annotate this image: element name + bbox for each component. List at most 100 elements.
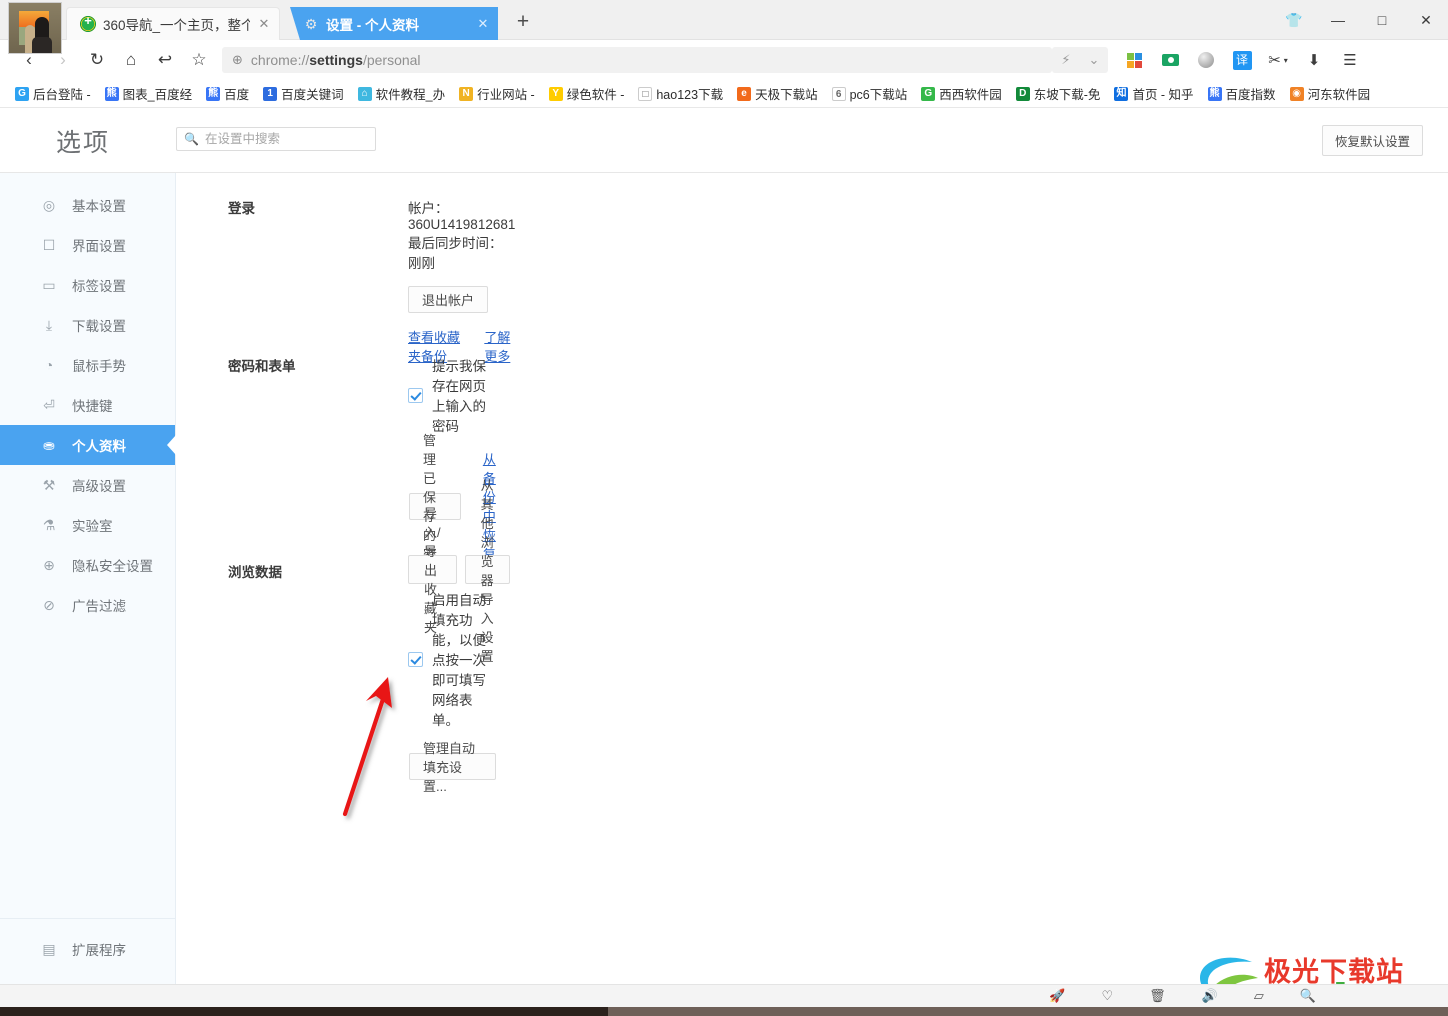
sidebar-item-3[interactable]: ⤓ 下载设置 (0, 305, 175, 345)
trash-icon[interactable]: 🗑 (1149, 988, 1166, 1004)
bookmark-item[interactable]: 知首页 - 知乎 (1107, 84, 1200, 103)
theme-icon[interactable]: 👕 (1272, 0, 1316, 40)
sidebar-item-6[interactable]: ⛂ 个人资料 (0, 425, 176, 465)
bookmark-favicon-icon: 熊 (1207, 86, 1222, 101)
sidebar-item-4[interactable]: ◔ 鼠标手势 (0, 345, 175, 385)
bookmark-item[interactable]: G 西西软件园 (914, 84, 1009, 103)
download-icon[interactable]: ⬇ (1296, 44, 1332, 76)
translate-icon[interactable]: 译 (1224, 44, 1260, 76)
bookmark-item[interactable]: 6 pc6下载站 (825, 84, 915, 103)
import-from-other-browser-button[interactable]: 从其他浏览器导入设置 (464, 478, 510, 664)
sidebar-item-8[interactable]: ⚗ 实验室 (0, 505, 175, 545)
close-icon[interactable]: ✕ (257, 16, 271, 32)
browser-tab-2[interactable]: ⚙ 设置 - 个人资料 ✕ (290, 7, 498, 40)
bookmark-favicon-icon: 6 (831, 86, 846, 101)
microsoft-apps-icon[interactable] (1116, 44, 1152, 76)
undo-icon[interactable]: ↩ (148, 43, 182, 77)
bookmark-label: 首页 - 知乎 (1132, 88, 1194, 102)
window-icon: ☐ (42, 236, 56, 253)
bookmark-label: hao123下载 (656, 88, 724, 102)
title-bar: 360导航_一个主页，整个世界 ✕ ⚙ 设置 - 个人资料 ✕ + 👕 — □ … (0, 0, 1448, 54)
bookmark-item[interactable]: ⌂ 软件教程_办 (351, 84, 452, 103)
bookmark-item[interactable]: ◉ 河东软件园 (1283, 84, 1378, 103)
lightning-icon[interactable]: ⚡ (1052, 52, 1080, 68)
search-icon: 🔍 (184, 132, 199, 146)
home-icon[interactable]: ⌂ (114, 43, 148, 77)
bookmark-item[interactable]: G 后台登陆 - (8, 84, 98, 103)
save-password-row[interactable]: 提示我保存在网页上输入的密码 (408, 355, 496, 435)
save-password-checkbox[interactable] (408, 387, 423, 403)
bookmark-label: 西西软件园 (939, 88, 1002, 102)
close-icon[interactable]: ✕ (476, 16, 490, 32)
bookmark-item[interactable]: e 天极下载站 (730, 84, 825, 103)
section-label: 登录 (228, 201, 255, 216)
reload-icon[interactable]: ↻ (80, 43, 114, 77)
bookmark-favicon-icon: D (1015, 86, 1030, 101)
sidebar-item-label: 隐私安全设置 (72, 559, 153, 574)
status-bar: 🚀 ♡ 🗑 🔊 ▱ 🔍 (0, 984, 1448, 1007)
bookmark-item[interactable]: D 东坡下载-免 (1009, 84, 1108, 103)
settings-sidebar: ◎ 基本设置 ☐ 界面设置 ▭ 标签设置 ⤓ 下载设置 ◔ 鼠标手势 ⏎ 快捷键 ⛂ 个人资料 ⚒ 高级设置 ⚗… (0, 173, 176, 993)
bookmark-item[interactable]: 熊百度 (199, 84, 256, 103)
menu-icon[interactable]: ☰ (1332, 44, 1368, 76)
sidebar-item-7[interactable]: ⚒ 高级设置 (0, 465, 175, 505)
sidebar-list: ◎ 基本设置 ☐ 界面设置 ▭ 标签设置 ⤓ 下载设置 ◔ 鼠标手势 ⏎ 快捷键 ⛂ 个人资料 ⚒ 高级设置 ⚗… (0, 173, 176, 625)
bookmark-label: 图表_百度经 (122, 88, 193, 102)
block-icon: ⊘ (43, 596, 55, 613)
heartbeat-icon[interactable]: ♡ (1101, 988, 1113, 1004)
bookmark-item[interactable]: 熊图表_百度经 (98, 84, 199, 103)
maximize-icon[interactable]: □ (1360, 0, 1404, 40)
keyboard-icon: ⏎ (43, 396, 55, 413)
import-export-bookmarks-button[interactable]: 导入/导出收藏夹 (408, 506, 457, 635)
search-icon[interactable]: 🔍 (1300, 988, 1316, 1004)
bookmark-item[interactable]: 熊百度指数 (1201, 84, 1283, 103)
money-icon[interactable] (1152, 44, 1188, 76)
bookmark-item[interactable]: Y 绿色软件 - (542, 84, 632, 103)
search-input[interactable] (204, 132, 368, 146)
bookmark-favicon-icon: G (921, 86, 936, 101)
bookmark-label: 东坡下载-免 (1033, 88, 1101, 102)
sidebar-item-9[interactable]: ⊕ 隐私安全设置 (0, 545, 175, 585)
sidebar-item-1[interactable]: ☐ 界面设置 (0, 225, 175, 265)
sidebar-item-label: 实验室 (72, 519, 113, 534)
manage-autofill-button[interactable]: 管理自动填充设置... (409, 741, 496, 794)
autofill-checkbox[interactable] (408, 651, 423, 667)
bookmark-favicon-icon: ◉ (1289, 86, 1304, 101)
window-icon[interactable]: ▱ (1254, 988, 1264, 1004)
browser-tab-1[interactable]: 360导航_一个主页，整个世界 ✕ (66, 7, 280, 40)
bookmark-item[interactable]: □ hao123下载 (631, 84, 730, 103)
360-logo-icon (80, 13, 96, 32)
section-body: 帐户：360U1419812681 最后同步时间：刚刚 退出帐户 查看收藏夹备份… (408, 197, 515, 365)
caret-down-icon[interactable]: ▾ (1284, 56, 1288, 65)
bookmark-item[interactable]: N 行业网站 - (452, 84, 542, 103)
save-password-label: 提示我保存在网页上输入的密码 (432, 359, 486, 434)
logout-button[interactable]: 退出帐户 (408, 286, 489, 313)
search-settings-box[interactable]: 🔍 (176, 127, 376, 151)
bookmark-label: 天极下载站 (755, 88, 818, 102)
new-tab-button[interactable]: + (510, 10, 536, 36)
globe-icon[interactable] (1188, 44, 1224, 76)
settings-page: 选项 🔍 恢复默认设置 ◎ 基本设置 ☐ 界面设置 ▭ 标签设置 ⤓ 下载设置 ◔ 鼠标手势 ⏎ 快捷… (0, 109, 1448, 993)
rocket-icon[interactable]: 🚀 (1049, 988, 1065, 1004)
restore-defaults-button[interactable]: 恢复默认设置 (1321, 125, 1423, 156)
bookmark-star-icon[interactable]: ☆ (182, 43, 216, 77)
speaker-icon[interactable]: 🔊 (1202, 988, 1218, 1004)
sidebar-item-extensions[interactable]: ▤ 扩展程序 (0, 929, 176, 969)
address-bar[interactable]: ⊕ chrome://settings/personal (222, 47, 1052, 73)
bookmark-item[interactable]: 1 百度关键词 (256, 84, 351, 103)
sidebar-item-0[interactable]: ◎ 基本设置 (0, 185, 175, 225)
thumbnail-figure-body (32, 37, 52, 53)
omnibox-buttons: ⚡ ⌄ (1052, 47, 1108, 73)
minimize-icon[interactable]: — (1316, 0, 1360, 40)
bookmark-favicon-icon: ⌂ (357, 86, 372, 101)
sidebar-item-2[interactable]: ▭ 标签设置 (0, 265, 175, 305)
sidebar-item-5[interactable]: ⏎ 快捷键 (0, 385, 175, 425)
close-icon[interactable]: ✕ (1404, 0, 1448, 40)
sidebar-item-label: 界面设置 (72, 239, 126, 254)
screenshot-scissors-icon[interactable]: ✂ ▾ (1260, 44, 1296, 76)
chevron-down-icon[interactable]: ⌄ (1080, 52, 1108, 68)
toolbar-icons: 译 ✂ ▾ ⬇ ☰ (1116, 44, 1368, 76)
sidebar-item-10[interactable]: ⊘ 广告过滤 (0, 585, 175, 625)
sidebar-item-label: 基本设置 (72, 199, 126, 214)
window-controls: 👕 — □ ✕ (1272, 0, 1448, 40)
